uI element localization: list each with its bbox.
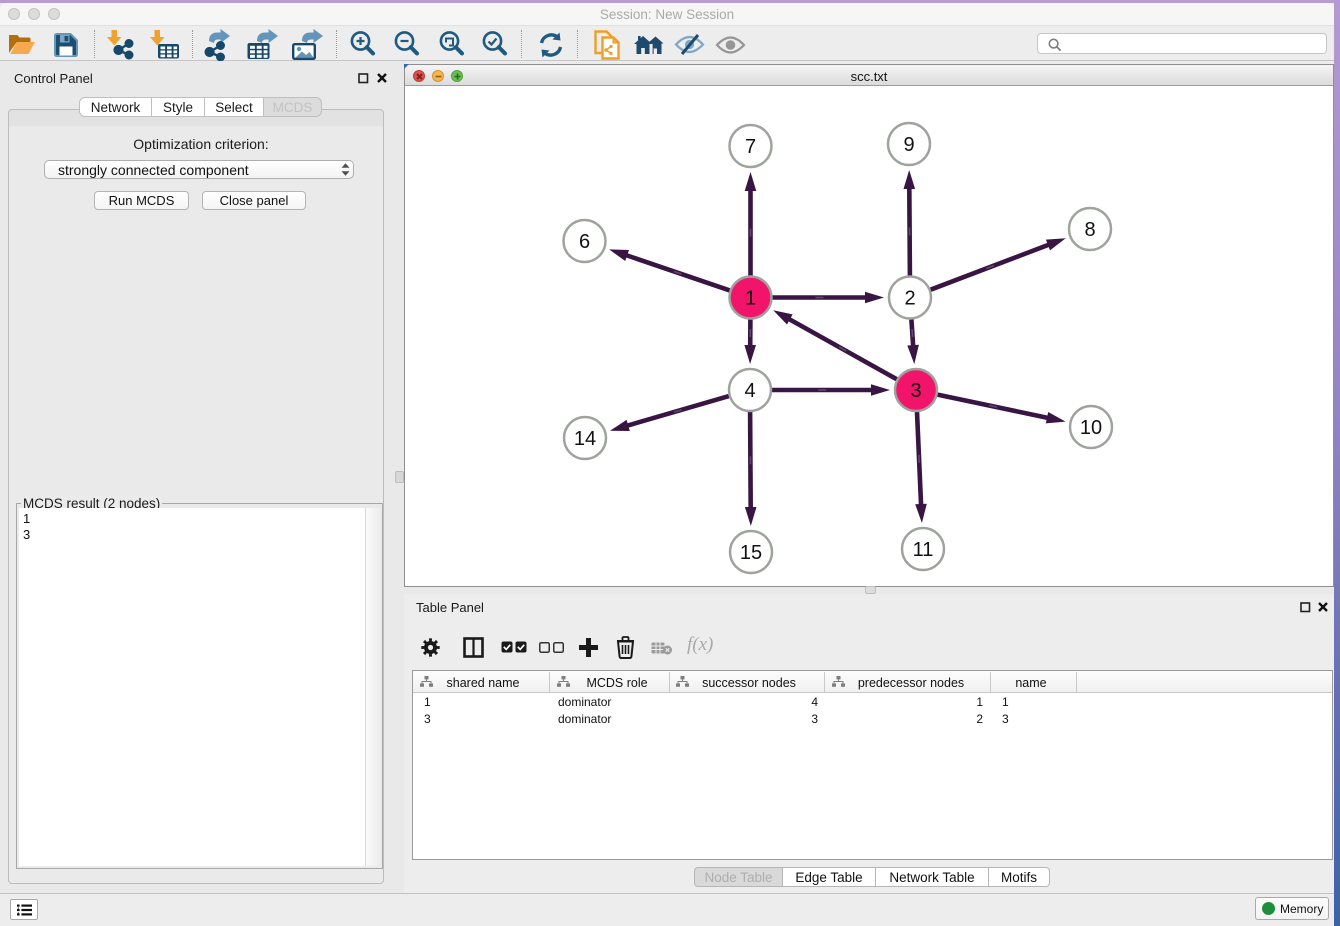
svg-text:15: 15	[740, 542, 762, 564]
svg-text:10: 10	[1080, 417, 1102, 439]
svg-text:1: 1	[745, 288, 756, 310]
svg-text:4: 4	[744, 380, 755, 402]
svg-text:2: 2	[904, 288, 915, 310]
svg-text:8: 8	[1084, 219, 1095, 241]
svg-text:9: 9	[903, 134, 914, 156]
svg-text:11: 11	[913, 539, 934, 561]
svg-text:3: 3	[910, 380, 921, 402]
svg-text:7: 7	[745, 136, 756, 158]
svg-text:6: 6	[579, 231, 590, 253]
svg-text:14: 14	[574, 428, 596, 450]
